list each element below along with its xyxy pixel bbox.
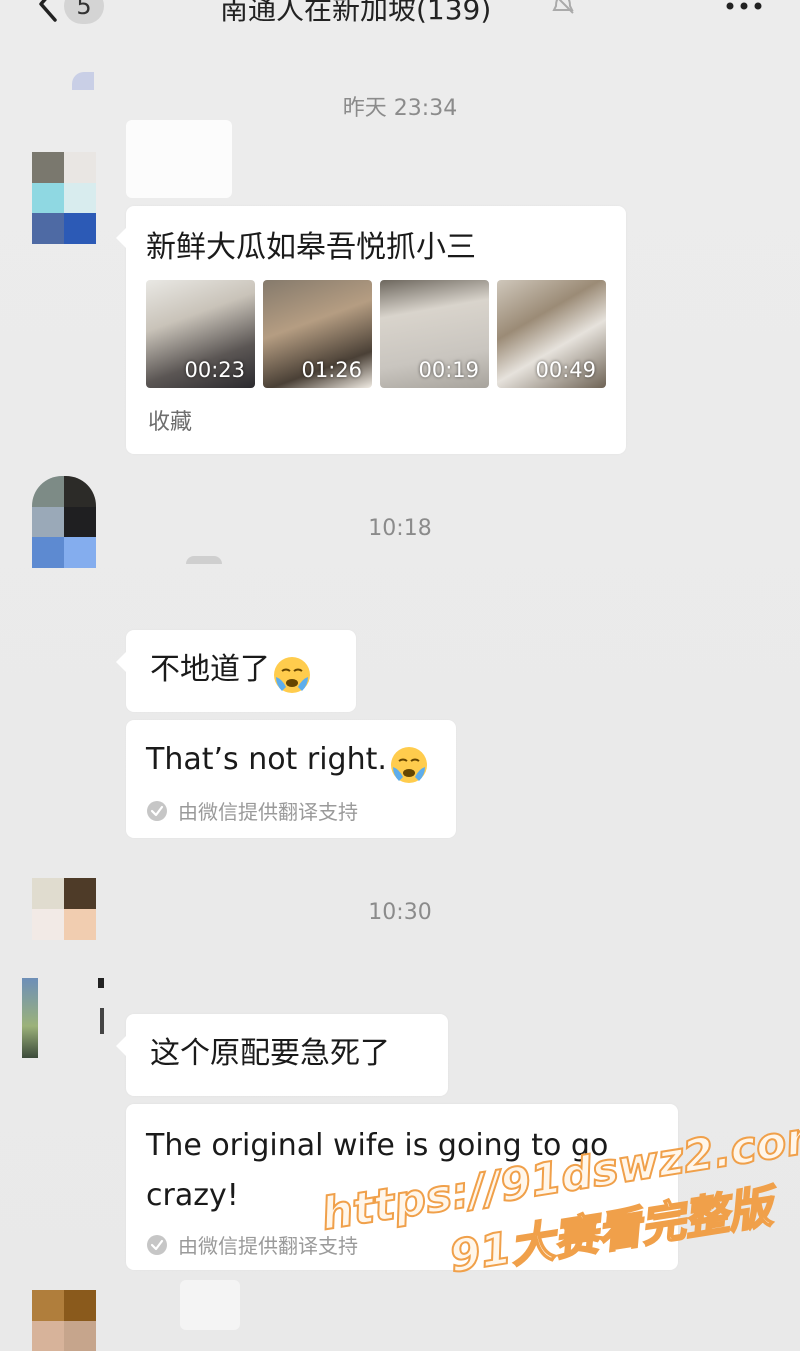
translation-note-text: 由微信提供翻译支持 — [178, 800, 358, 824]
message-bubble[interactable]: 不地道了 — [116, 630, 356, 712]
facepalm-emoji-icon — [390, 746, 427, 783]
card-title: 新鲜大瓜如皋吾悦抓小三 — [146, 230, 476, 265]
video-duration: 00:49 — [535, 358, 596, 382]
sender-name-blurred — [180, 1280, 240, 1330]
unread-count-badge[interactable]: 5 — [64, 0, 104, 24]
video-card-bubble[interactable]: 新鲜大瓜如皋吾悦抓小三 00:23 01:26 00:19 00:49 收藏 — [116, 206, 626, 454]
card-footer: 收藏 — [148, 410, 193, 435]
chat-header: 5 南通人在新加坡(139) — [0, 0, 800, 40]
video-thumbnail[interactable]: 00:49 — [497, 280, 606, 388]
video-duration: 00:23 — [184, 358, 245, 382]
video-thumbnail[interactable]: 01:26 — [263, 280, 372, 388]
back-button[interactable] — [28, 0, 68, 24]
chevron-left-icon — [39, 0, 57, 22]
chat-title: 南通人在新加坡(139) — [220, 0, 492, 26]
more-options-icon[interactable] — [722, 0, 766, 20]
timestamp: 10:30 — [368, 900, 432, 925]
message-text: 不地道了 — [150, 652, 270, 687]
timestamp: 昨天 23:34 — [342, 96, 458, 121]
partial-avatar — [72, 72, 94, 90]
message-text: 这个原配要急死了 — [150, 1036, 390, 1071]
video-thumbnails: 00:23 01:26 00:19 00:49 — [146, 280, 606, 388]
chat-screen: 5 南通人在新加坡(139) 昨天 23:34 新鲜大瓜如皋吾悦抓小三 00:2… — [0, 0, 800, 1351]
video-duration: 00:19 — [418, 358, 479, 382]
check-circle-icon — [147, 1234, 167, 1255]
avatar[interactable] — [22, 978, 104, 1058]
video-thumbnail[interactable]: 00:19 — [380, 280, 489, 388]
timestamp: 10:18 — [368, 516, 432, 541]
video-duration: 01:26 — [301, 358, 362, 382]
translation-text: That’s not right. — [146, 742, 387, 777]
translation-bubble[interactable]: That’s not right. 由微信提供翻译支持 — [126, 720, 456, 838]
sender-name-blurred — [186, 556, 222, 564]
avatar[interactable] — [32, 1290, 96, 1351]
message-bubble[interactable]: 这个原配要急死了 — [116, 1014, 448, 1096]
translation-note: 由微信提供翻译支持 — [146, 796, 358, 825]
sender-name-blurred — [126, 120, 232, 198]
avatar[interactable] — [32, 152, 96, 244]
check-circle-icon — [147, 800, 167, 821]
facepalm-emoji-icon — [274, 656, 310, 693]
mute-bell-icon — [552, 0, 574, 14]
translation-text-line2: crazy! — [146, 1178, 239, 1213]
video-thumbnail[interactable]: 00:23 — [146, 280, 255, 388]
